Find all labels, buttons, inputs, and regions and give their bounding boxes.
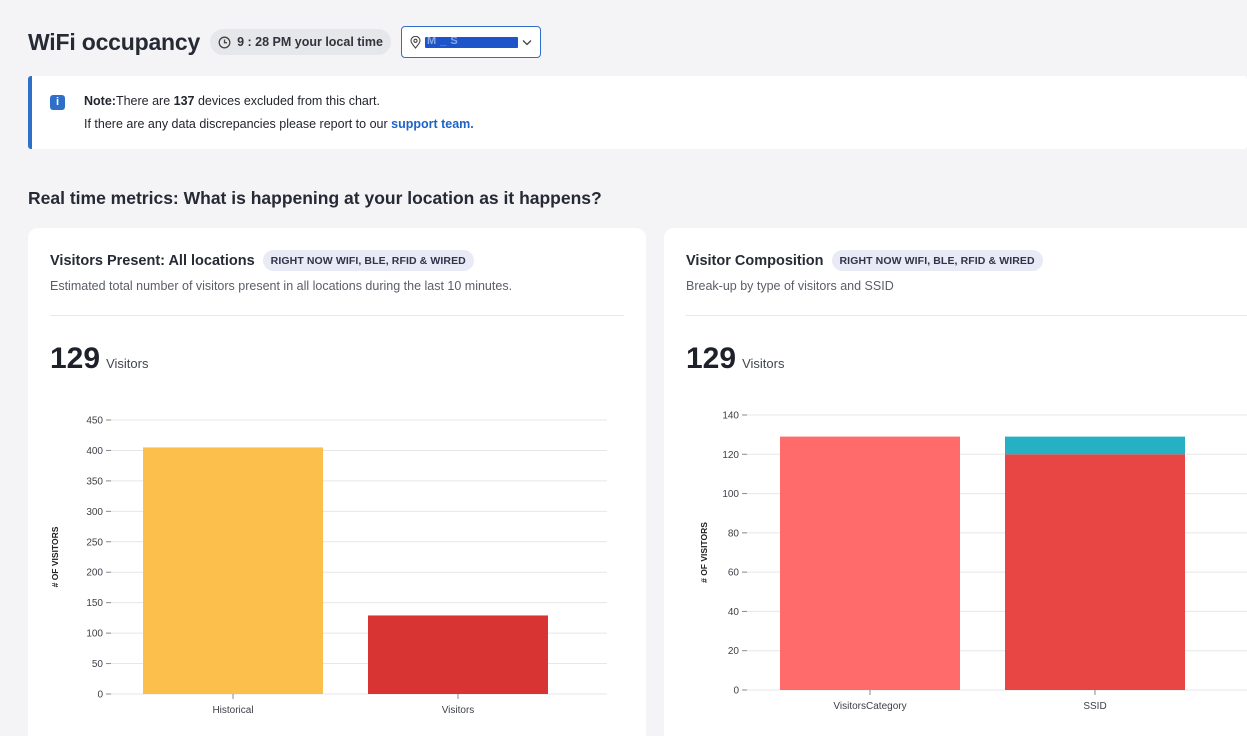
location-pin-icon [410,35,421,49]
y-axis-title: # OF VISITORS [50,526,60,587]
y-tick-label: 40 [728,607,740,618]
clock-icon [218,36,231,48]
y-tick-label: 450 [86,416,103,427]
location-select[interactable]: M _ S [400,26,541,58]
x-tick-label: Historical [212,705,253,716]
y-tick-label: 150 [86,598,103,609]
local-time-badge: 9 : 28 PM your local time [210,29,391,55]
y-tick-label: 20 [728,646,740,657]
y-axis-title: # OF VISITORS [699,522,709,583]
x-tick-label: VisitorsCategory [833,701,906,712]
bar-segment [1005,454,1185,690]
y-tick-label: 400 [86,446,103,457]
y-tick-label: 0 [97,690,103,701]
note-banner: i Note:There are 137 devices excluded fr… [28,76,1247,149]
support-team-link[interactable]: support team. [391,117,474,131]
header: WiFi occupancy 9 : 28 PM your local time… [28,26,541,58]
visitor-composition-card: Visitor Composition RIGHT NOW WIFI, BLE,… [664,228,1247,736]
y-tick-label: 140 [722,411,739,422]
info-icon: i [50,95,65,110]
page: WiFi occupancy 9 : 28 PM your local time… [12,8,1247,736]
y-tick-label: 100 [86,629,103,640]
y-tick-label: 0 [733,686,739,697]
y-tick-label: 350 [86,476,103,487]
y-tick-label: 50 [92,659,104,670]
y-tick-label: 120 [722,450,739,461]
location-name-redacted: M _ S [424,36,518,48]
visitors-bar-chart: 0 50 100 150 200 250 300 350 400 450 # OF VISITORS… [50,416,607,716]
note-line-1: Note:There are 137 devices excluded from… [84,94,380,108]
x-tick-label: SSID [1083,701,1106,712]
y-tick-label: 60 [728,568,740,579]
y-tick-label: 100 [722,489,739,500]
y-tick-label: 80 [728,528,740,539]
visitors-present-card: Visitors Present: All locations RIGHT NO… [28,228,646,736]
y-tick-label: 300 [86,507,103,518]
bar-segment [1005,436,1185,455]
bar [143,447,323,694]
page-title: WiFi occupancy [28,28,201,55]
note-line-2: If there are any data discrepancies plea… [84,117,474,131]
local-time-text: 9 : 28 PM your local time [237,35,383,49]
y-tick-label: 250 [86,537,103,548]
composition-stacked-bar-chart: 0 20 40 60 80 100 120 140 # OF VISITORS VisitorsC… [699,411,1247,712]
chevron-down-icon [522,39,532,45]
y-tick-label: 200 [86,568,103,579]
section-title: Real time metrics: What is happening at … [28,188,602,208]
x-tick-label: Visitors [442,705,475,716]
bar [368,615,548,694]
bar-segment [780,436,960,690]
